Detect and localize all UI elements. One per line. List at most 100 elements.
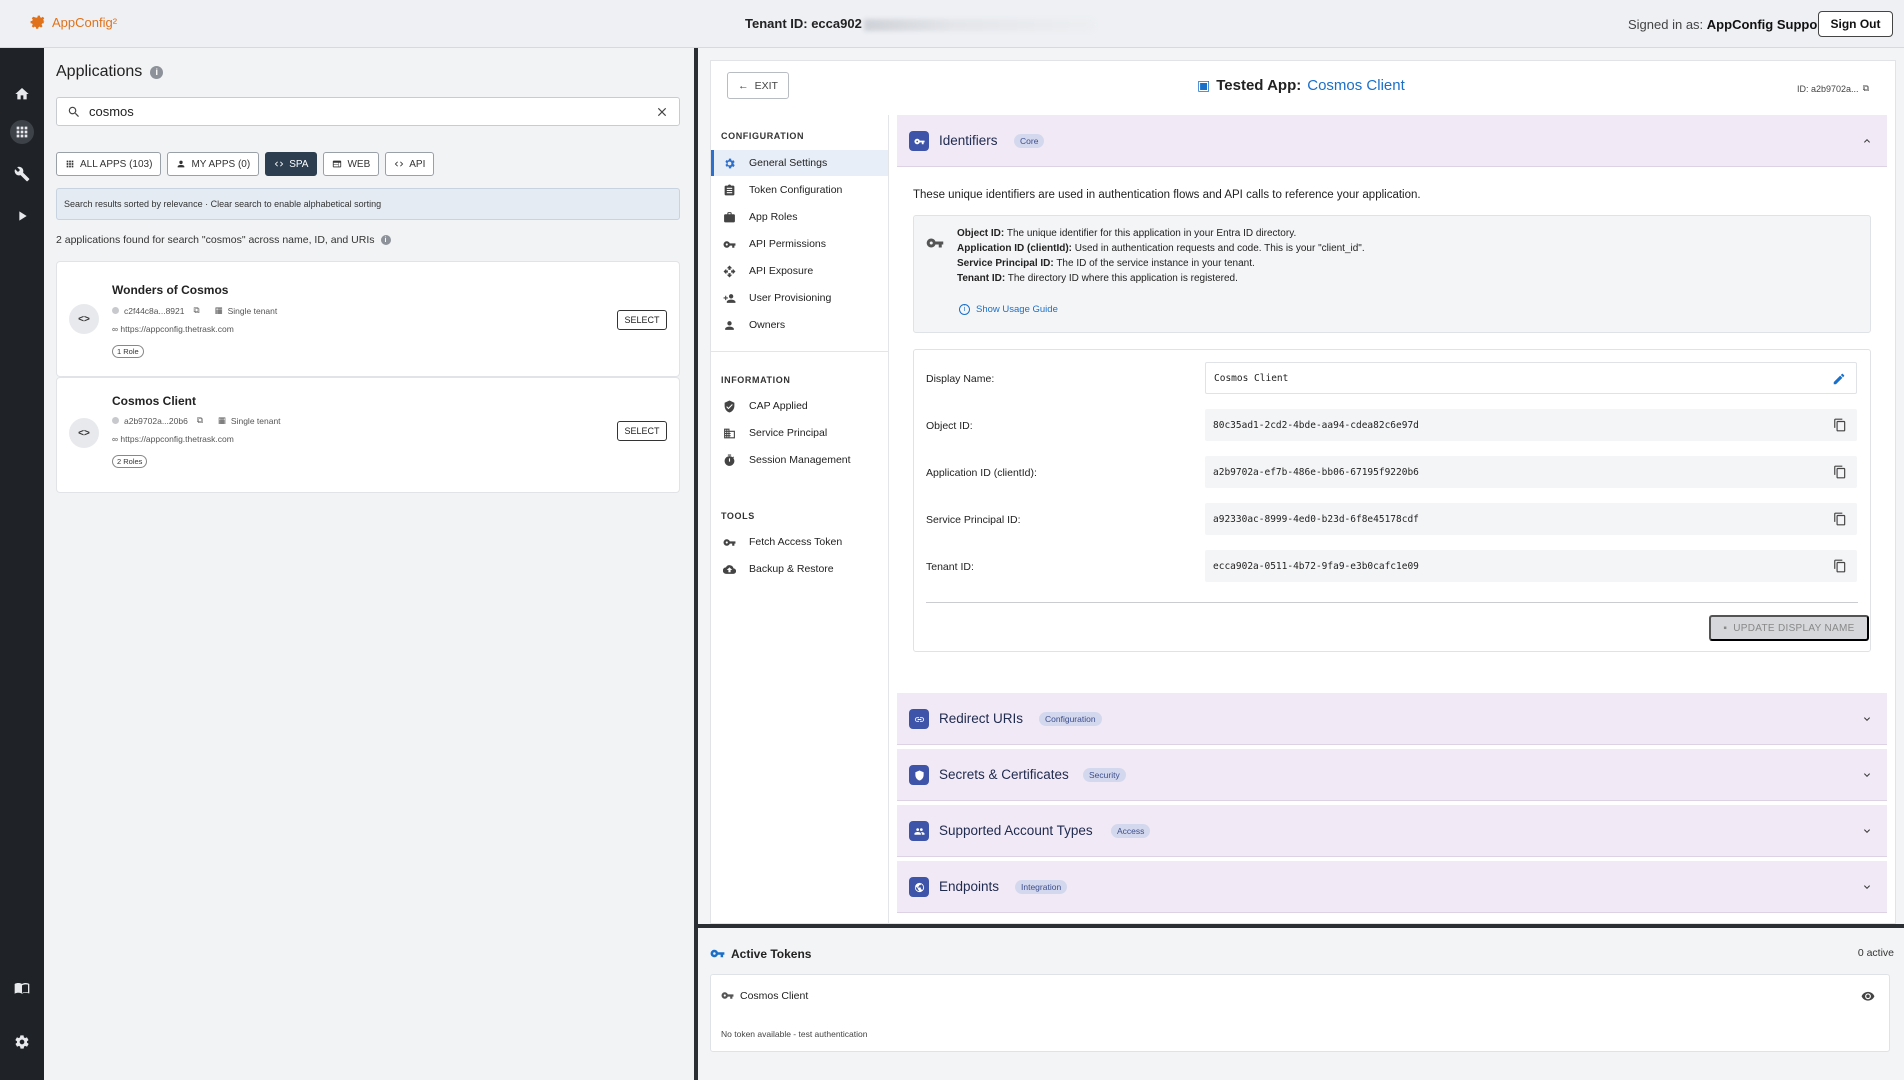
supported-account-types-section-header[interactable]: Supported Account Types Access xyxy=(897,805,1887,857)
copy-icon[interactable]: ⧉ xyxy=(197,415,203,426)
move-icon xyxy=(723,265,736,277)
token-card: Cosmos Client No token available - test … xyxy=(710,974,1890,1052)
redirect-uris-section-header[interactable]: Redirect URIs Configuration xyxy=(897,693,1887,745)
sort-note: Search results sorted by relevance · Cle… xyxy=(56,188,680,220)
app-meta: c2f44c8a...8921 ⧉ ▦ Single tenant xyxy=(112,305,277,316)
section-title: Identifiers xyxy=(939,133,998,148)
app-icon: ▣ xyxy=(1197,77,1211,93)
info-line: Tenant ID: The directory ID where this a… xyxy=(957,273,1238,284)
section-badge: Core xyxy=(1014,134,1045,148)
tenant-id-value: ecca902a-0511-4b72-9fa9-e3b0cafc1e09 xyxy=(1205,550,1857,582)
nav-api-permissions[interactable]: API Permissions xyxy=(711,231,888,257)
nav-owners[interactable]: Owners xyxy=(711,312,888,338)
shield-icon xyxy=(909,765,929,785)
copy-icon[interactable] xyxy=(1833,418,1847,432)
tested-app-title: ▣ Tested App: Cosmos Client xyxy=(1197,77,1405,94)
filter-all-apps[interactable]: ALL APPS (103) xyxy=(56,152,162,176)
exit-button[interactable]: ← EXIT xyxy=(727,72,789,99)
show-usage-guide-link[interactable]: i Show Usage Guide xyxy=(959,304,1058,315)
home-icon[interactable] xyxy=(10,82,34,106)
code-icon xyxy=(395,161,404,167)
chevron-up-icon[interactable] xyxy=(1861,135,1873,147)
nav-api-exposure[interactable]: API Exposure xyxy=(711,258,888,284)
info-icon[interactable]: i xyxy=(380,235,391,245)
secrets-certificates-section-header[interactable]: Secrets & Certificates Security xyxy=(897,749,1887,801)
select-button[interactable]: SELECT xyxy=(617,310,667,330)
roles-badge: 2 Roles xyxy=(112,455,148,468)
chevron-down-icon[interactable] xyxy=(1861,881,1873,893)
chevron-down-icon[interactable] xyxy=(1861,713,1873,725)
redirect-icon xyxy=(909,709,929,729)
wrench-icon[interactable] xyxy=(10,162,34,186)
copy-icon[interactable] xyxy=(1833,465,1847,479)
section-title: Redirect URIs xyxy=(939,711,1024,726)
web-icon xyxy=(333,160,342,168)
nav-cap-applied[interactable]: CAP Applied xyxy=(711,393,888,419)
nav-session-management[interactable]: Session Management xyxy=(711,447,888,473)
app-url: ∞ https://appconfig.thetrask.com xyxy=(112,324,234,334)
app-card[interactable]: <> Cosmos Client a2b9702a...20b6 ⧉ ▦ Sin… xyxy=(56,377,680,493)
copy-icon[interactable] xyxy=(1833,512,1847,526)
save-icon: ▪ xyxy=(1723,622,1728,634)
clear-search-icon[interactable] xyxy=(655,105,669,119)
app-card[interactable]: <> Wonders of Cosmos c2f44c8a...8921 ⧉ ▦… xyxy=(56,261,680,377)
nav-service-principal[interactable]: Service Principal xyxy=(711,420,888,446)
filter-buttons: ALL APPS (103) MY APPS (0) SPA WEB API xyxy=(56,152,435,176)
app-meta: a2b9702a...20b6 ⧉ ▦ Single tenant xyxy=(112,415,281,426)
book-icon[interactable] xyxy=(10,976,34,1000)
display-name-field[interactable]: Cosmos Client xyxy=(1205,362,1857,394)
left-rail xyxy=(0,48,44,1080)
eye-icon[interactable] xyxy=(1861,991,1875,1001)
copy-icon[interactable]: ⧉ xyxy=(194,305,200,316)
nav-fetch-access-token[interactable]: Fetch Access Token xyxy=(711,529,888,555)
info-line: Object ID: The unique identifier for thi… xyxy=(957,228,1297,239)
identifiers-description: These unique identifiers are used in aut… xyxy=(913,189,1421,201)
nav-backup-restore[interactable]: Backup & Restore xyxy=(711,556,888,582)
section-title: Secrets & Certificates xyxy=(939,767,1069,782)
chevron-down-icon[interactable] xyxy=(1861,769,1873,781)
nav-user-provisioning[interactable]: User Provisioning xyxy=(711,285,888,311)
key-icon xyxy=(721,992,734,999)
filter-api[interactable]: API xyxy=(385,152,435,176)
app-detail-panel: ← EXIT ▣ Tested App: Cosmos Client ID: a… xyxy=(698,48,1904,925)
identifiers-info-box: Object ID: The unique identifier for thi… xyxy=(913,215,1871,333)
info-icon[interactable]: i xyxy=(150,65,164,79)
person-icon xyxy=(178,160,185,168)
nav-section-information: INFORMATION xyxy=(721,375,791,385)
field-object-id: Object ID: 80c35ad1-2cd2-4bde-aa94-cdea8… xyxy=(914,409,1870,443)
section-badge: Security xyxy=(1083,768,1126,782)
filter-spa[interactable]: SPA xyxy=(265,152,318,176)
briefcase-icon xyxy=(724,211,735,222)
fields-divider xyxy=(926,602,1858,603)
copy-icon[interactable] xyxy=(1833,559,1847,573)
clipboard-icon xyxy=(724,184,735,195)
logo-text: AppConfig² xyxy=(52,14,118,30)
search-input[interactable] xyxy=(89,104,629,119)
sign-out-button[interactable]: Sign Out xyxy=(1818,11,1893,37)
pencil-icon[interactable] xyxy=(1832,372,1846,386)
update-display-name-button[interactable]: ▪ UPDATE DISPLAY NAME xyxy=(1709,615,1869,641)
status-dot xyxy=(112,417,119,424)
token-name: Cosmos Client xyxy=(721,989,808,1002)
key-icon xyxy=(909,131,929,151)
endpoints-section-header[interactable]: Endpoints Integration xyxy=(897,861,1887,913)
service-principal-id-value: a92330ac-8999-4ed0-b23d-6f8e45178cdf xyxy=(1205,503,1857,535)
nav-app-roles[interactable]: App Roles xyxy=(711,204,888,230)
apps-grid-icon[interactable] xyxy=(10,120,34,144)
app-url: ∞ https://appconfig.thetrask.com xyxy=(112,434,234,444)
play-icon[interactable] xyxy=(10,204,34,228)
identifiers-section-header[interactable]: Identifiers Core xyxy=(897,115,1887,167)
gear-icon[interactable] xyxy=(10,1030,34,1054)
copy-icon[interactable]: ⧉ xyxy=(1863,83,1869,94)
filter-web[interactable]: WEB xyxy=(323,152,380,176)
nav-general-settings[interactable]: General Settings xyxy=(711,150,888,176)
nav-token-configuration[interactable]: Token Configuration xyxy=(711,177,888,203)
filter-my-apps[interactable]: MY APPS (0) xyxy=(167,152,260,176)
info-line: Service Principal ID: The ID of the serv… xyxy=(957,258,1255,269)
select-button[interactable]: SELECT xyxy=(617,421,667,441)
app-logo[interactable]: AppConfig² xyxy=(28,12,117,32)
person-add-icon xyxy=(723,293,736,303)
chevron-down-icon[interactable] xyxy=(1861,825,1873,837)
key-icon xyxy=(723,538,736,546)
identifier-fields: Display Name: Cosmos Client Object ID: 8… xyxy=(913,349,1871,652)
